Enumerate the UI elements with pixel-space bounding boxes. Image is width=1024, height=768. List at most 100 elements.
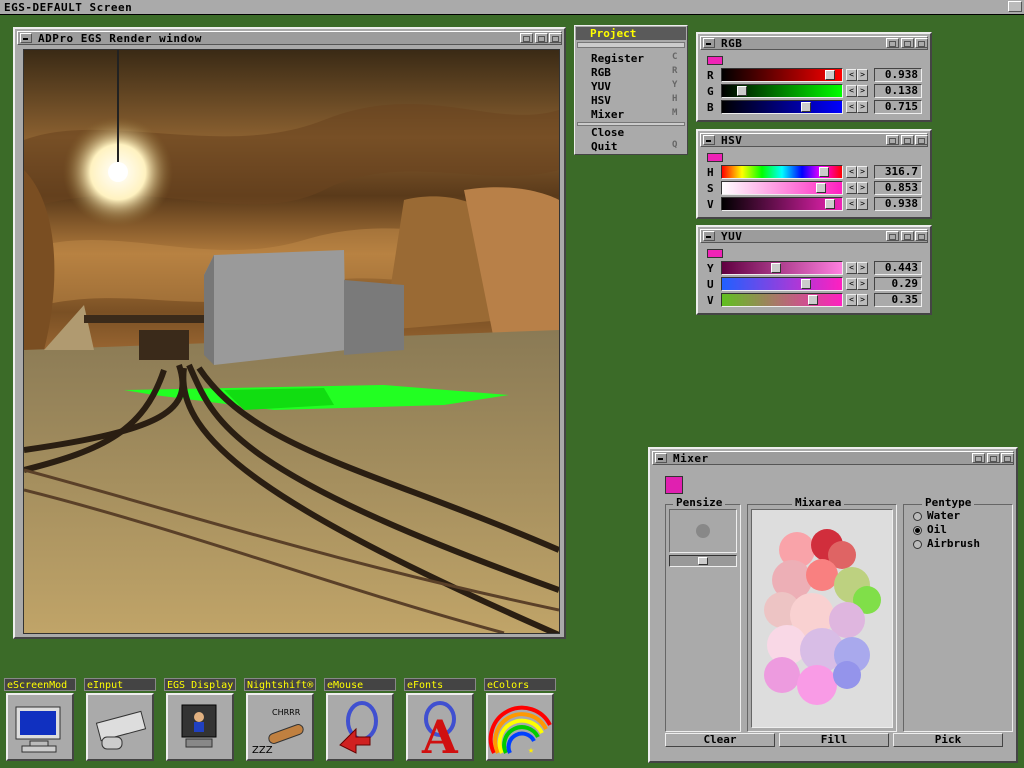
tool-ecolors[interactable]: eColors ★ bbox=[484, 678, 556, 764]
menu-item-yuv[interactable]: YUV Y bbox=[577, 80, 685, 93]
decrement-arrow-icon[interactable]: < bbox=[846, 101, 857, 113]
saturation-slider[interactable] bbox=[721, 181, 843, 195]
zoom-gadget-icon[interactable] bbox=[972, 453, 985, 463]
slider-knob[interactable] bbox=[816, 183, 826, 193]
hue-slider[interactable] bbox=[721, 165, 843, 179]
tool-einput[interactable]: eInput bbox=[84, 678, 156, 764]
screen-depth-gadget[interactable] bbox=[1008, 1, 1022, 12]
radio-oil[interactable] bbox=[913, 526, 922, 535]
increment-arrow-icon[interactable]: > bbox=[857, 262, 868, 274]
zoom-gadget-icon[interactable] bbox=[520, 33, 533, 43]
pick-button[interactable]: Pick bbox=[893, 733, 1003, 747]
v-slider[interactable] bbox=[721, 293, 843, 307]
depth-gadget-icon[interactable] bbox=[987, 453, 1000, 463]
increment-arrow-icon[interactable]: > bbox=[857, 101, 868, 113]
menu-item-hsv[interactable]: HSV H bbox=[577, 94, 685, 107]
menu-item-register[interactable]: Register C bbox=[577, 52, 685, 65]
radio-airbrush[interactable] bbox=[913, 540, 922, 549]
screen-title-bar[interactable]: EGS-DEFAULT Screen bbox=[0, 0, 1024, 15]
slider-knob[interactable] bbox=[771, 263, 781, 273]
slider-knob[interactable] bbox=[808, 295, 818, 305]
close-gadget-icon[interactable] bbox=[703, 231, 715, 241]
rgb-window[interactable]: RGB R < > 0.938 G < > 0.138 B < > 0.715 bbox=[696, 32, 932, 122]
menu-item-quit[interactable]: Quit Q bbox=[577, 140, 685, 153]
sleep-icon[interactable]: CHRRR ZZZ bbox=[246, 693, 314, 761]
increment-arrow-icon[interactable]: > bbox=[857, 278, 868, 290]
u-slider[interactable] bbox=[721, 277, 843, 291]
increment-arrow-icon[interactable]: > bbox=[857, 69, 868, 81]
value-slider[interactable] bbox=[721, 197, 843, 211]
depth-gadget-icon[interactable] bbox=[915, 135, 928, 145]
mix-canvas[interactable] bbox=[751, 509, 893, 728]
decrement-arrow-icon[interactable]: < bbox=[846, 166, 857, 178]
saturation-value[interactable]: 0.853 bbox=[874, 181, 922, 195]
close-gadget-icon[interactable] bbox=[20, 33, 32, 43]
tool-emouse[interactable]: eMouse bbox=[324, 678, 396, 764]
zoom-gadget-icon[interactable] bbox=[886, 231, 899, 241]
depth-gadget-icon[interactable] bbox=[901, 135, 914, 145]
luma-value[interactable]: 0.443 bbox=[874, 261, 922, 275]
menu-item-rgb[interactable]: RGB R bbox=[577, 66, 685, 79]
slider-knob[interactable] bbox=[698, 557, 708, 565]
depth-gadget-icon[interactable] bbox=[901, 38, 914, 48]
decrement-arrow-icon[interactable]: < bbox=[846, 182, 857, 194]
depth-gadget-icon[interactable] bbox=[901, 231, 914, 241]
clear-button[interactable]: Clear bbox=[665, 733, 775, 747]
menu-item-mixer[interactable]: Mixer M bbox=[577, 108, 685, 121]
depth-gadget-icon[interactable] bbox=[915, 38, 928, 48]
yuv-window-titlebar[interactable]: YUV bbox=[700, 229, 928, 243]
slider-knob[interactable] bbox=[825, 199, 835, 209]
menu-item-close[interactable]: Close bbox=[577, 126, 685, 139]
green-value[interactable]: 0.138 bbox=[874, 84, 922, 98]
zoom-gadget-icon[interactable] bbox=[886, 135, 899, 145]
blue-value[interactable]: 0.715 bbox=[874, 100, 922, 114]
fill-button[interactable]: Fill bbox=[779, 733, 889, 747]
red-slider[interactable] bbox=[721, 68, 843, 82]
mixer-window-titlebar[interactable]: Mixer bbox=[652, 451, 1014, 465]
decrement-arrow-icon[interactable]: < bbox=[846, 278, 857, 290]
slider-knob[interactable] bbox=[737, 86, 747, 96]
tool-escreenmod[interactable]: eScreenMod bbox=[4, 678, 76, 764]
menu-header[interactable]: Project bbox=[576, 27, 686, 40]
render-window[interactable]: ADPro EGS Render window bbox=[13, 27, 566, 639]
depth-gadget-icon[interactable] bbox=[1001, 453, 1014, 463]
hsv-window-titlebar[interactable]: HSV bbox=[700, 133, 928, 147]
decrement-arrow-icon[interactable]: < bbox=[846, 198, 857, 210]
u-value[interactable]: 0.29 bbox=[874, 277, 922, 291]
hue-value[interactable]: 316.7 bbox=[874, 165, 922, 179]
keyboard-icon[interactable] bbox=[86, 693, 154, 761]
tool-nightshift[interactable]: Nightshift® CHRRR ZZZ bbox=[244, 678, 316, 764]
tool-efonts[interactable]: eFonts A bbox=[404, 678, 476, 764]
pensize-slider[interactable] bbox=[669, 555, 737, 567]
tool-egs-display[interactable]: EGS Display bbox=[164, 678, 236, 764]
slider-knob[interactable] bbox=[801, 279, 811, 289]
close-gadget-icon[interactable] bbox=[703, 38, 715, 48]
close-gadget-icon[interactable] bbox=[655, 453, 667, 463]
monitor-icon[interactable] bbox=[6, 693, 74, 761]
luma-slider[interactable] bbox=[721, 261, 843, 275]
depth-gadget-icon[interactable] bbox=[549, 33, 562, 43]
project-menu[interactable]: Project Register C RGB R YUV Y HSV H Mixer M … bbox=[574, 25, 688, 155]
rgb-window-titlebar[interactable]: RGB bbox=[700, 36, 928, 50]
slider-knob[interactable] bbox=[825, 70, 835, 80]
increment-arrow-icon[interactable]: > bbox=[857, 294, 868, 306]
increment-arrow-icon[interactable]: > bbox=[857, 166, 868, 178]
font-icon[interactable]: A bbox=[406, 693, 474, 761]
depth-gadget-icon[interactable] bbox=[535, 33, 548, 43]
decrement-arrow-icon[interactable]: < bbox=[846, 69, 857, 81]
decrement-arrow-icon[interactable]: < bbox=[846, 294, 857, 306]
yuv-window[interactable]: YUV Y < > 0.443 U < > 0.29 V < > 0.35 bbox=[696, 225, 932, 315]
close-gadget-icon[interactable] bbox=[703, 135, 715, 145]
decrement-arrow-icon[interactable]: < bbox=[846, 262, 857, 274]
depth-gadget-icon[interactable] bbox=[915, 231, 928, 241]
increment-arrow-icon[interactable]: > bbox=[857, 182, 868, 194]
blue-slider[interactable] bbox=[721, 100, 843, 114]
slider-knob[interactable] bbox=[801, 102, 811, 112]
increment-arrow-icon[interactable]: > bbox=[857, 85, 868, 97]
green-slider[interactable] bbox=[721, 84, 843, 98]
display-icon[interactable] bbox=[166, 693, 234, 761]
radio-water[interactable] bbox=[913, 512, 922, 521]
mixer-window[interactable]: Mixer Pensize Mixarea Pentype Water Oil … bbox=[648, 447, 1018, 763]
render-window-titlebar[interactable]: ADPro EGS Render window bbox=[17, 31, 562, 45]
increment-arrow-icon[interactable]: > bbox=[857, 198, 868, 210]
